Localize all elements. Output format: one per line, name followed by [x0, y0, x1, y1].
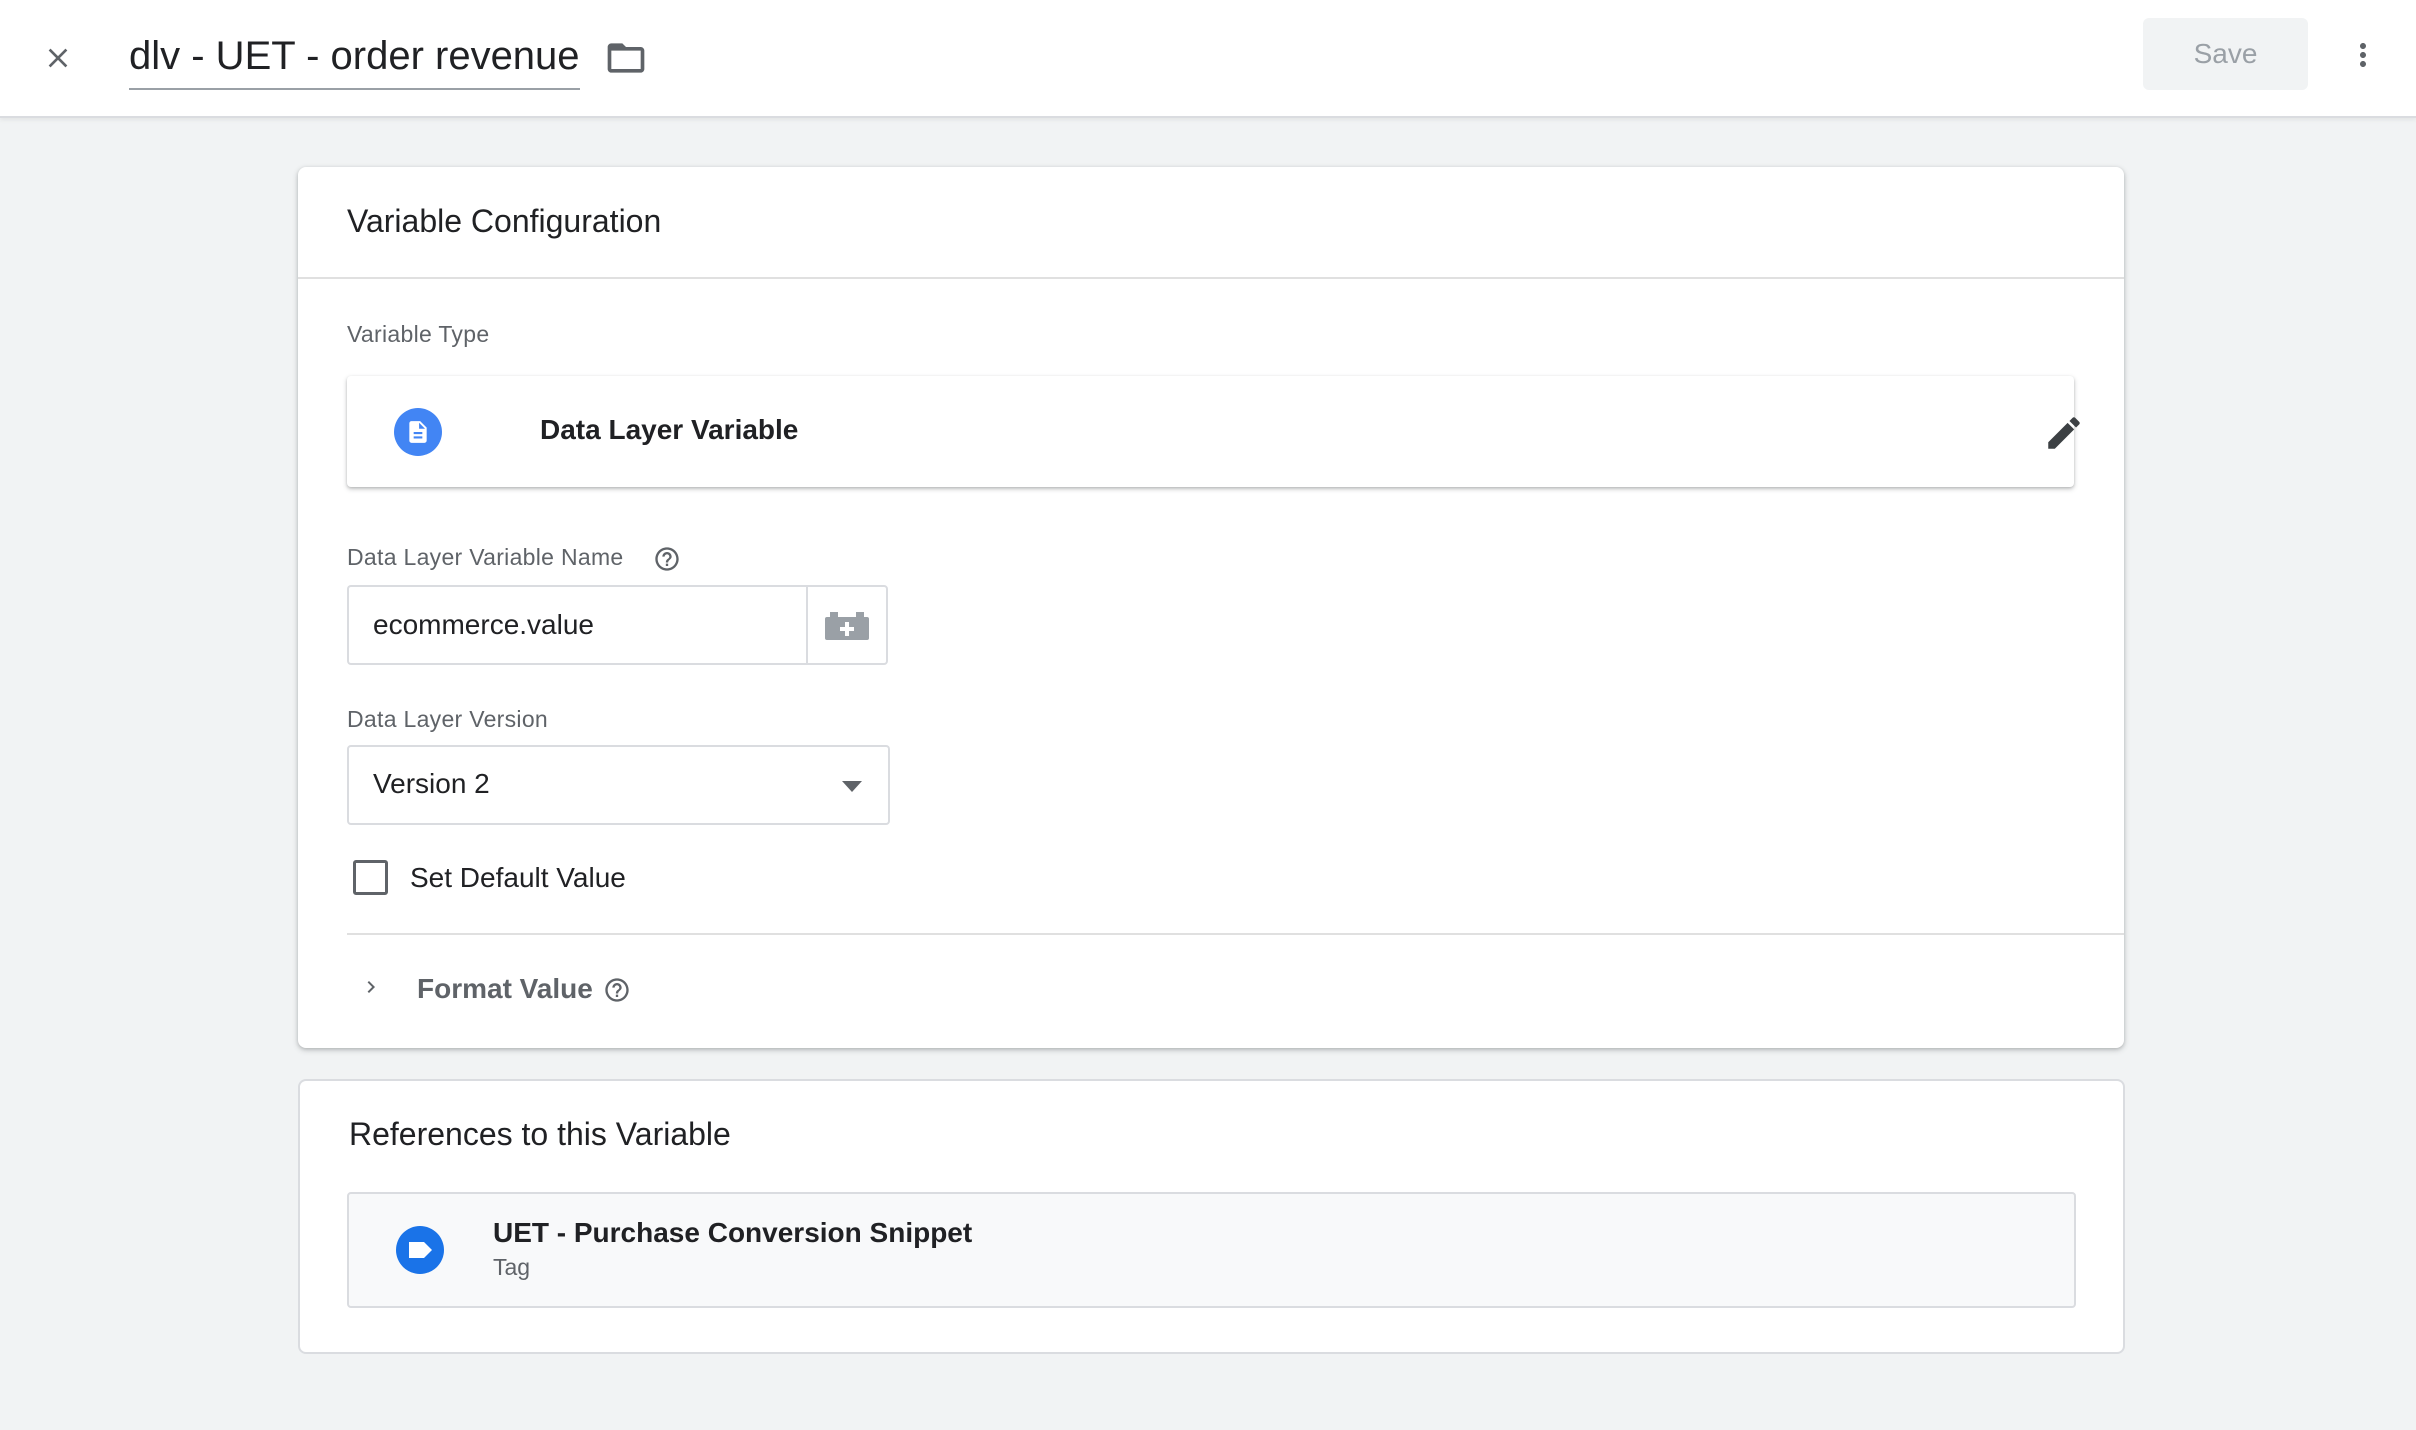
folder-button[interactable]	[596, 30, 656, 86]
variable-type-label: Variable Type	[347, 321, 490, 347]
reference-item[interactable]: UET - Purchase Conversion Snippet Tag	[347, 1192, 2076, 1308]
more-options-button[interactable]	[2334, 26, 2392, 84]
card-header: Variable Configuration	[298, 167, 2124, 279]
variable-type-name: Data Layer Variable	[540, 414, 799, 445]
dropdown-arrow-icon	[842, 781, 862, 792]
variable-title[interactable]: dlv - UET - order revenue	[129, 30, 580, 90]
save-button[interactable]: Save	[2143, 18, 2308, 90]
format-value-label: Format Value	[417, 973, 593, 1004]
variable-name-input[interactable]	[347, 585, 806, 665]
top-app-bar: dlv - UET - order revenue Save	[0, 0, 2416, 118]
reference-name: UET - Purchase Conversion Snippet	[493, 1217, 973, 1248]
document-icon	[394, 408, 442, 456]
variable-configuration-card: Variable Configuration Variable Type Dat…	[298, 167, 2124, 1048]
close-button[interactable]	[26, 26, 90, 90]
more-vert-icon	[2360, 43, 2366, 67]
variable-name-label: Data Layer Variable Name	[347, 544, 624, 570]
help-icon[interactable]	[653, 545, 681, 573]
default-value-checkbox[interactable]	[353, 860, 388, 895]
reference-type: Tag	[493, 1254, 531, 1280]
version-select[interactable]: Version 2	[347, 745, 890, 825]
variable-brick-icon	[825, 612, 869, 640]
chevron-right-icon	[359, 975, 383, 999]
format-value-expander[interactable]: Format Value	[347, 935, 747, 1045]
default-value-label[interactable]: Set Default Value	[410, 862, 626, 894]
close-icon	[48, 48, 68, 68]
version-label: Data Layer Version	[347, 706, 549, 732]
references-title: References to this Variable	[349, 1116, 731, 1152]
help-icon[interactable]	[603, 976, 631, 1004]
edit-icon[interactable]	[2042, 411, 2086, 455]
card-title: Variable Configuration	[347, 203, 662, 239]
variable-type-selector[interactable]: Data Layer Variable	[347, 376, 2080, 487]
folder-icon	[607, 43, 645, 73]
tag-icon	[396, 1226, 444, 1274]
insert-variable-button[interactable]	[806, 585, 888, 665]
references-card: References to this Variable UET - Purcha…	[298, 1079, 2125, 1354]
version-select-value: Version 2	[373, 768, 490, 799]
